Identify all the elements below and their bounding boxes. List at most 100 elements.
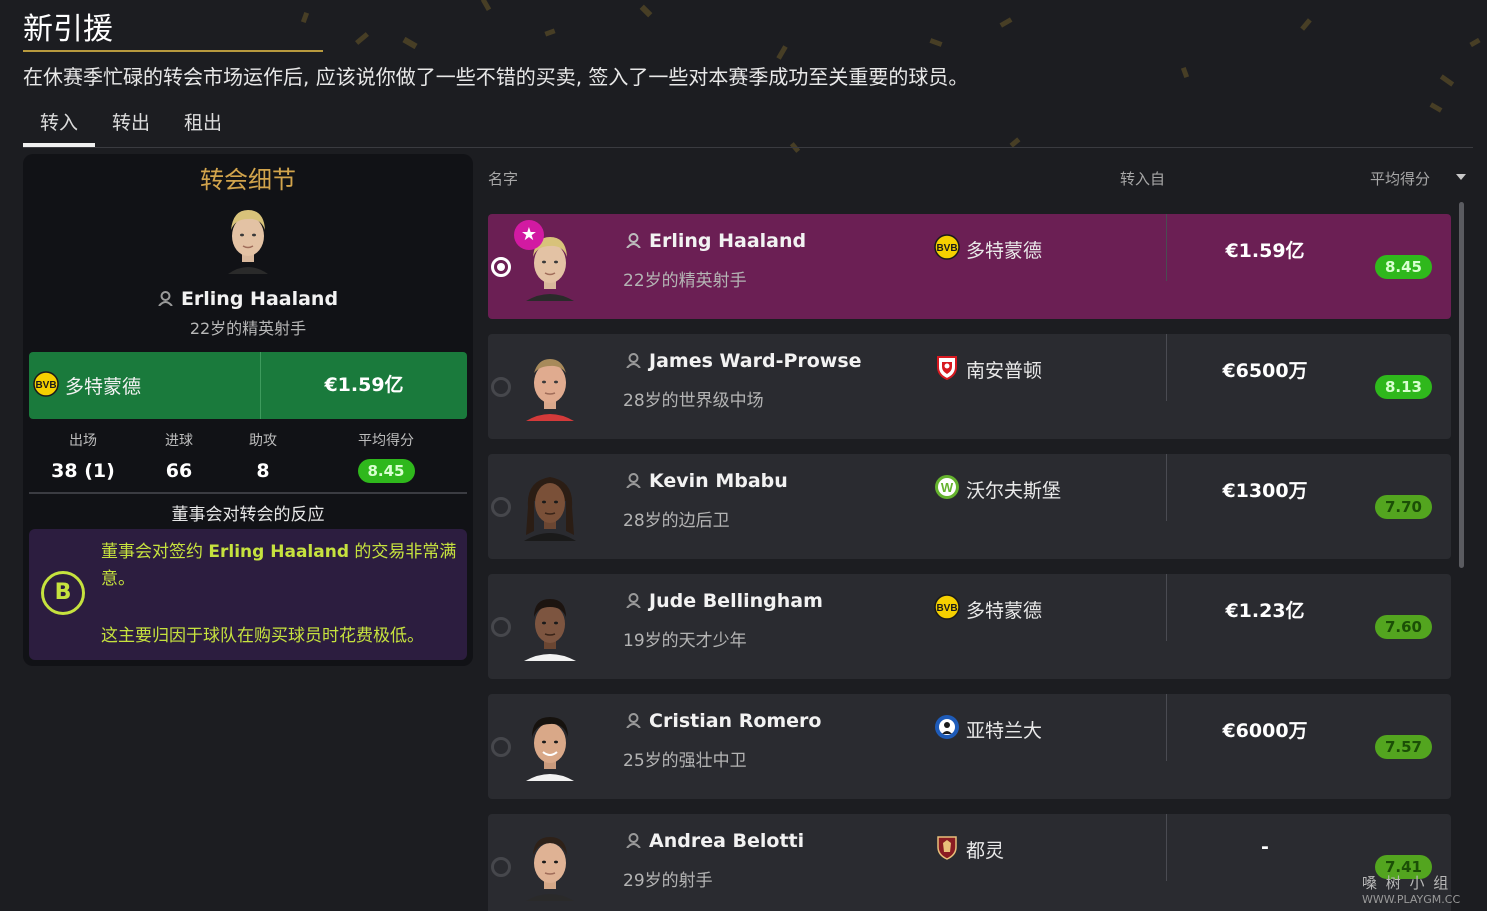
southampton-crest-icon [934,354,960,385]
player-name[interactable]: Erling Haaland [23,288,473,311]
player-description: 28岁的世界级中场 [623,391,764,411]
scrollbar[interactable] [1459,202,1464,568]
player-description: 22岁的精英射手 [189,319,307,338]
stat-label: 平均得分 [358,433,414,449]
from-club[interactable]: 都灵 [934,834,1004,865]
radio-button[interactable] [491,497,511,517]
radio-button[interactable] [491,737,511,757]
column-divider [1166,574,1167,641]
club-name: 亚特兰大 [966,720,1043,742]
stat-value: 8 [256,460,270,482]
board-reaction-text: 董事会对签约 Erling Haaland 的交易非常满意。 [101,539,457,593]
transfer-fee: €6000万 [1222,720,1308,742]
rating-badge: 7.60 [1375,615,1432,639]
radio-button[interactable] [491,257,511,277]
transfer-fee: €6500万 [1222,360,1308,382]
from-club[interactable]: W 沃尔夫斯堡 [934,474,1061,505]
title-underline [23,50,323,52]
column-divider [1166,214,1167,281]
column-divider [1166,454,1167,521]
transfer-list: ★ Erling Haaland 22岁的精英射手 BVB 多特蒙德 €1.59… [488,214,1451,911]
column-header-rating[interactable]: 平均得分 [1370,168,1430,189]
table-row[interactable]: ★ Erling Haaland 22岁的精英射手 BVB 多特蒙德 €1.59… [488,214,1451,319]
column-header-name[interactable]: 名字 [488,168,518,189]
watermark: 嗓 树 小 组 WWW.PLAYGM.CC [1362,872,1460,906]
dortmund-crest-icon: BVB [934,234,960,265]
radio-button[interactable] [491,377,511,397]
watermark-line1: 嗓 树 小 组 [1362,874,1451,892]
rating-badge: 7.70 [1375,495,1432,519]
dortmund-crest-icon: BVB [934,594,960,625]
stat-label: 助攻 [249,433,277,449]
reaction-text-part: 董事会对签约 [101,542,203,562]
player-description: 28岁的边后卫 [623,511,730,531]
tab-transfers-out[interactable]: 转出 [95,108,167,147]
club-name: 都灵 [966,840,1005,862]
panel-divider [29,492,467,494]
stat-average-rating: 平均得分 8.45 [339,430,433,483]
stat-value: 38 (1) [51,460,115,482]
player-avatar [518,591,582,665]
transfer-fee: - [1261,836,1269,858]
page-title: 新引援 [23,12,113,47]
player-name-text: Erling Haaland [180,288,339,310]
table-row[interactable]: Andrea Belotti 29岁的射手 都灵 - 7.41 [488,814,1451,911]
player-name-text: James Ward-Prowse [649,350,862,372]
from-club[interactable]: 亚特兰大 [934,714,1042,745]
from-club[interactable]: 南安普顿 [934,354,1042,385]
from-club-name: 多特蒙德 [65,376,142,398]
player-avatar [518,831,582,905]
from-club[interactable]: BVB 多特蒙德 [934,594,1042,625]
from-club[interactable]: BVB 多特蒙德 [29,352,260,419]
wolfsburg-crest-icon: W [934,474,960,505]
player-name-text: Andrea Belotti [649,830,805,852]
person-icon [626,471,641,493]
player-name[interactable]: James Ward-Prowse [626,350,862,373]
player-name-text: Erling Haaland [649,230,807,252]
player-name[interactable]: Kevin Mbabu [626,470,788,493]
transfer-fee: €1.59亿 [324,374,404,396]
column-header-from[interactable]: 转入自 [1120,168,1165,189]
tab-transfers-in[interactable]: 转入 [23,108,95,147]
stat-label: 进球 [165,433,193,449]
stat-appearances: 出场 38 (1) [43,430,123,482]
star-icon: ★ [514,220,544,250]
table-row[interactable]: Cristian Romero 25岁的强壮中卫 亚特兰大 €6000万 7.5… [488,694,1451,799]
transfer-fee: €1.59亿 [1225,240,1305,262]
transfer-fee: €1300万 [1222,480,1308,502]
stat-assists: 助攻 8 [233,430,293,482]
player-description: 29岁的射手 [623,871,713,891]
player-avatar [518,351,582,425]
player-name[interactable]: Jude Bellingham [626,590,823,613]
player-name[interactable]: Erling Haaland [626,230,806,253]
club-name: 多特蒙德 [966,600,1043,622]
rating-badge: 8.13 [1375,375,1432,399]
player-description: 25岁的强壮中卫 [623,751,747,771]
page-subtitle: 在休赛季忙碌的转会市场运作后, 应该说你做了一些不错的买卖, 签入了一些对本赛季… [23,65,969,89]
radio-button[interactable] [491,857,511,877]
chevron-down-icon[interactable] [1456,174,1466,180]
player-name[interactable]: Andrea Belotti [626,830,804,853]
rating-badge: 8.45 [357,459,415,483]
stat-value: 66 [165,460,193,482]
player-name-text: Jude Bellingham [649,590,823,612]
column-divider [1166,814,1167,881]
table-row[interactable]: James Ward-Prowse 28岁的世界级中场 南安普顿 €6500万 … [488,334,1451,439]
radio-button[interactable] [491,617,511,637]
tab-loans-out[interactable]: 租出 [167,108,239,147]
person-icon [626,351,641,373]
rating-badge: 8.45 [1375,255,1432,279]
from-club[interactable]: BVB 多特蒙德 [934,234,1042,265]
svg-text:BVB: BVB [35,380,56,391]
table-row[interactable]: Kevin Mbabu 28岁的边后卫 W 沃尔夫斯堡 €1300万 7.70 [488,454,1451,559]
player-name[interactable]: Cristian Romero [626,710,821,733]
person-icon [626,591,641,613]
transfer-summary-bar: BVB 多特蒙德 €1.59亿 [29,352,467,419]
torino-crest-icon [934,834,960,865]
svg-text:W: W [941,480,954,495]
table-row[interactable]: Jude Bellingham 19岁的天才少年 BVB 多特蒙德 €1.23亿… [488,574,1451,679]
grade-icon: B [41,571,85,615]
reaction-player-name: Erling Haaland [208,542,349,562]
club-name: 沃尔夫斯堡 [966,480,1062,502]
dortmund-crest-icon: BVB [33,370,59,401]
